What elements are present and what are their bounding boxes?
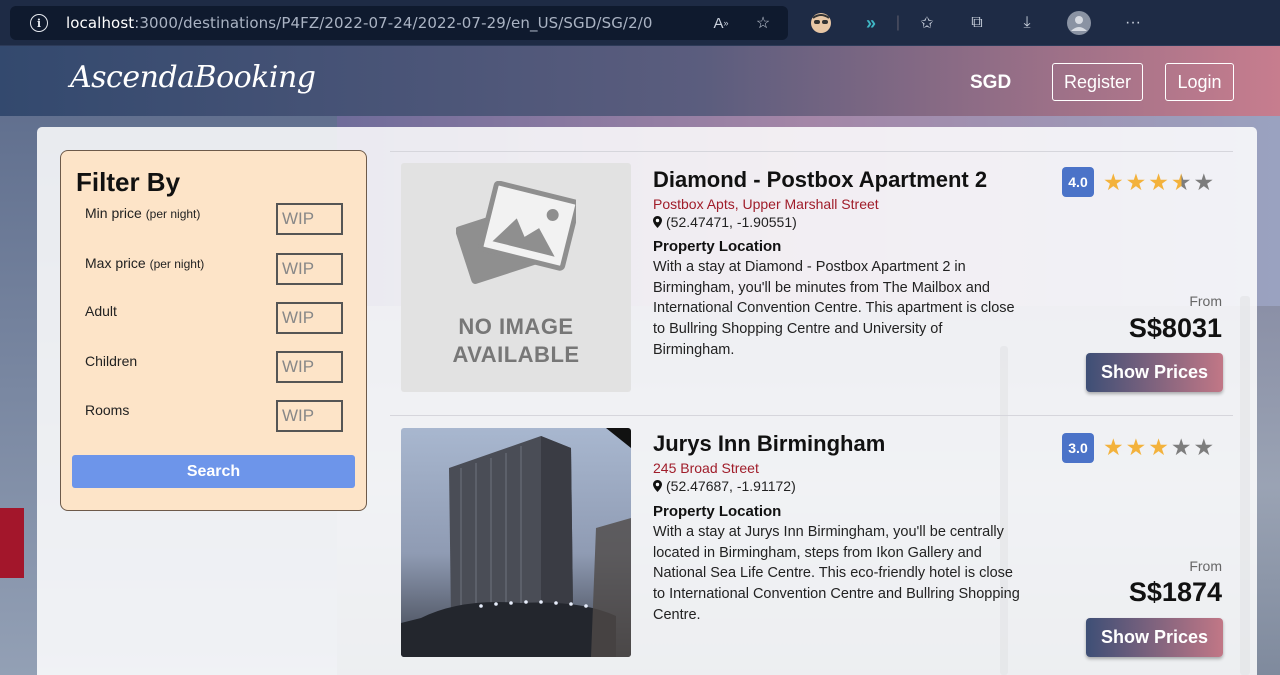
browser-toolbar: i localhost:3000/destinations/P4FZ/2022-… bbox=[0, 0, 1280, 46]
max-price-input[interactable] bbox=[276, 253, 343, 285]
rating-badge: 4.0 bbox=[1062, 167, 1094, 197]
star-full-icon: ★ bbox=[1103, 434, 1124, 460]
property-location-title: Property Location bbox=[653, 238, 782, 255]
adult-label: Adult bbox=[85, 303, 117, 319]
hotel-price: S$8031 bbox=[1128, 313, 1222, 343]
children-input[interactable] bbox=[276, 351, 343, 383]
login-button[interactable]: Login bbox=[1165, 63, 1234, 101]
rooms-input[interactable] bbox=[276, 400, 343, 432]
show-prices-button[interactable]: Show Prices bbox=[1086, 353, 1223, 392]
show-prices-button[interactable]: Show Prices bbox=[1086, 618, 1223, 657]
star-half-icon: ★ bbox=[1170, 169, 1192, 195]
no-image-icon bbox=[456, 181, 576, 284]
star-full-icon: ★ bbox=[1103, 169, 1124, 195]
star-rating: ★ ★ ★ ★ ★ bbox=[1103, 434, 1214, 461]
rating-badge: 3.0 bbox=[1062, 433, 1094, 463]
property-location-title: Property Location bbox=[653, 503, 782, 520]
url-text[interactable]: localhost:3000/destinations/P4FZ/2022-07… bbox=[66, 14, 653, 32]
hotel-image[interactable] bbox=[401, 428, 631, 657]
hotel-name[interactable]: Diamond - Postbox Apartment 2 bbox=[653, 167, 987, 193]
search-button[interactable]: Search bbox=[72, 455, 355, 488]
extension-arrows-icon[interactable]: » bbox=[858, 10, 884, 36]
favorite-add-icon[interactable]: ☆ bbox=[750, 10, 776, 36]
price-from-label: From bbox=[1189, 558, 1222, 574]
currency-selector[interactable]: SGD bbox=[970, 72, 1011, 94]
filter-panel: Filter By Min price (per night) Max pric… bbox=[60, 150, 367, 511]
hotel-coordinates: (52.47471, -1.90551) bbox=[653, 214, 797, 230]
site-header: AscendaBooking SGD Register Login bbox=[0, 46, 1280, 116]
property-description: With a stay at Diamond - Postbox Apartme… bbox=[653, 259, 1015, 358]
max-price-label: Max price (per night) bbox=[85, 255, 205, 271]
star-empty-icon: ★ bbox=[1193, 434, 1215, 460]
property-description: With a stay at Jurys Inn Birmingham, you… bbox=[653, 524, 1020, 623]
star-full-icon: ★ bbox=[1125, 434, 1147, 460]
profile-icon[interactable] bbox=[1066, 10, 1092, 36]
children-label: Children bbox=[85, 353, 138, 369]
hotel-price: S$1874 bbox=[1128, 577, 1222, 607]
map-pin-icon bbox=[653, 216, 662, 228]
hotel-name[interactable]: Jurys Inn Birmingham bbox=[653, 431, 885, 457]
info-icon[interactable]: i bbox=[30, 14, 48, 32]
favorites-icon[interactable]: ✩ bbox=[914, 10, 940, 36]
rooms-label: Rooms bbox=[85, 402, 130, 418]
toolbar-separator: | bbox=[895, 14, 901, 31]
map-pin-icon bbox=[653, 480, 662, 492]
star-empty-icon: ★ bbox=[1170, 434, 1192, 460]
site-logo[interactable]: AscendaBooking bbox=[70, 60, 316, 95]
no-image-caption: NO IMAGE AVAILABLE bbox=[452, 314, 580, 367]
hotel-address: Postbox Apts, Upper Marshall Street bbox=[653, 196, 879, 212]
downloads-icon[interactable]: ⤓ bbox=[1014, 10, 1040, 36]
star-full-icon: ★ bbox=[1148, 169, 1169, 195]
star-full-icon: ★ bbox=[1125, 169, 1147, 195]
adult-input[interactable] bbox=[276, 302, 343, 334]
hotel-building-photo bbox=[401, 428, 631, 657]
red-signage-decoration bbox=[0, 508, 24, 578]
price-from-label: From bbox=[1189, 293, 1222, 309]
extension-avatar-icon[interactable] bbox=[808, 10, 834, 36]
more-menu-icon[interactable]: ··· bbox=[1120, 10, 1146, 36]
register-button[interactable]: Register bbox=[1052, 63, 1143, 101]
hotel-address: 245 Broad Street bbox=[653, 460, 759, 476]
list-divider bbox=[390, 415, 1233, 416]
hotel-image-placeholder[interactable]: NO IMAGE AVAILABLE bbox=[401, 163, 631, 392]
hotel-coordinates: (52.47687, -1.91172) bbox=[653, 478, 796, 494]
address-bar[interactable]: i localhost:3000/destinations/P4FZ/2022-… bbox=[10, 6, 788, 40]
filter-title: Filter By bbox=[76, 167, 181, 197]
read-aloud-icon[interactable]: A» bbox=[708, 10, 734, 36]
star-full-icon: ★ bbox=[1148, 434, 1169, 460]
min-price-label: Min price (per night) bbox=[85, 205, 201, 221]
star-empty-icon: ★ bbox=[1193, 169, 1215, 195]
collections-icon[interactable]: ⧉ bbox=[964, 10, 990, 36]
list-divider bbox=[390, 151, 1233, 152]
min-price-input[interactable] bbox=[276, 203, 343, 235]
star-rating: ★ ★ ★ ★ ★ bbox=[1103, 169, 1214, 196]
